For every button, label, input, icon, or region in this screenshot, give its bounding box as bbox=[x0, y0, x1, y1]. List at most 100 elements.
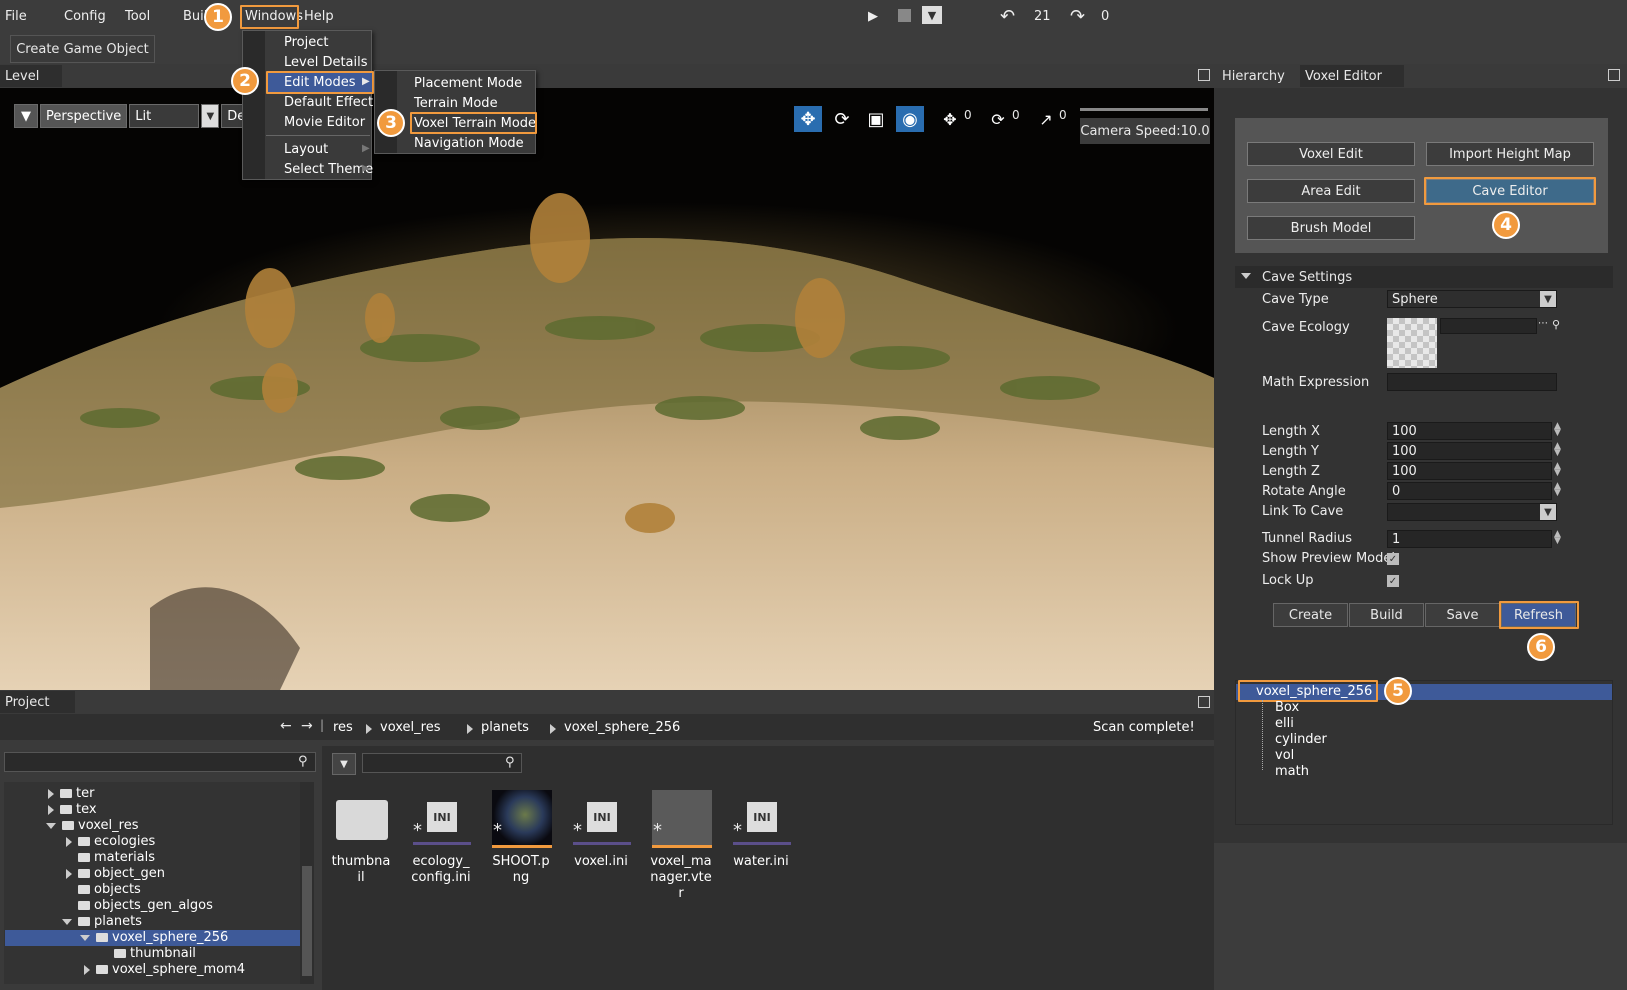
cave-type-select[interactable]: Sphere bbox=[1387, 290, 1557, 308]
menu-item-default-effect[interactable]: Default Effect bbox=[284, 95, 373, 110]
breadcrumb-voxel-sphere[interactable]: voxel_sphere_256 bbox=[564, 720, 680, 735]
menu-tool[interactable]: Tool bbox=[122, 8, 153, 25]
length-z-input[interactable]: 100 bbox=[1387, 462, 1552, 480]
menu-config[interactable]: Config bbox=[61, 8, 109, 25]
file-voxel-manager[interactable]: * voxel_manager.vter bbox=[650, 788, 712, 902]
menu-file[interactable]: File bbox=[2, 8, 30, 25]
play-options-dropdown-icon[interactable]: ▼ bbox=[922, 6, 942, 24]
stepper-icon[interactable]: ▲ ▼ bbox=[1554, 442, 1561, 458]
menu-item-placement-mode[interactable]: Placement Mode bbox=[414, 76, 522, 91]
search-icon[interactable]: ⚲ bbox=[505, 755, 515, 770]
file-ecology-config[interactable]: INI * ecology_config.ini bbox=[410, 788, 472, 886]
tree-item-objects[interactable]: objects bbox=[78, 882, 141, 897]
cave-tree-item[interactable]: Box bbox=[1275, 700, 1299, 715]
stepper-icon[interactable]: ▲ ▼ bbox=[1554, 462, 1561, 478]
file-search-input[interactable] bbox=[362, 753, 522, 773]
redo-icon[interactable]: ↷ bbox=[1070, 6, 1085, 27]
pin-icon[interactable] bbox=[1198, 69, 1210, 81]
tree-item-materials[interactable]: materials bbox=[78, 850, 155, 865]
tree-item-object-gen[interactable]: object_gen bbox=[66, 866, 165, 881]
tree-item-ter[interactable]: ter bbox=[48, 786, 94, 801]
search-icon[interactable]: ⚲ bbox=[1552, 318, 1560, 331]
forward-icon[interactable]: → bbox=[301, 718, 313, 734]
move-snap-icon[interactable]: ✥ bbox=[936, 106, 964, 132]
save-button[interactable]: Save bbox=[1425, 603, 1500, 627]
move-tool-icon[interactable]: ✥ bbox=[794, 106, 822, 132]
tree-item-thumbnail[interactable]: thumbnail bbox=[114, 946, 196, 961]
breadcrumb-res[interactable]: res bbox=[333, 720, 353, 735]
stepper-icon[interactable]: ▲ ▼ bbox=[1554, 530, 1561, 546]
tab-hierarchy[interactable]: Hierarchy bbox=[1217, 65, 1299, 87]
viewport-menu-icon[interactable]: ▼ bbox=[14, 104, 38, 128]
menu-help[interactable]: Help bbox=[301, 8, 337, 25]
rotate-tool-icon[interactable]: ⟳ bbox=[828, 106, 856, 132]
ecology-path-field[interactable] bbox=[1440, 318, 1537, 334]
back-icon[interactable]: ← bbox=[280, 718, 292, 734]
menu-item-project[interactable]: Project bbox=[284, 35, 328, 50]
show-preview-checkbox[interactable]: ✓ bbox=[1387, 553, 1399, 565]
tunnel-radius-input[interactable]: 1 bbox=[1387, 530, 1552, 548]
tree-item-ecologies[interactable]: ecologies bbox=[66, 834, 155, 849]
camera-speed-slider[interactable] bbox=[1080, 108, 1208, 111]
play-icon[interactable]: ▶ bbox=[868, 6, 878, 26]
lock-up-checkbox[interactable]: ✓ bbox=[1387, 575, 1399, 587]
file-water-ini[interactable]: INI * water.ini bbox=[730, 788, 792, 870]
tree-item-voxel-res[interactable]: voxel_res bbox=[46, 818, 138, 833]
scale-tool-icon[interactable]: ▣ bbox=[862, 106, 890, 132]
length-y-input[interactable]: 100 bbox=[1387, 442, 1552, 460]
import-height-map-button[interactable]: Import Height Map bbox=[1426, 142, 1594, 166]
tab-project[interactable]: Project bbox=[0, 691, 75, 713]
stop-icon[interactable] bbox=[898, 9, 911, 22]
chevron-down-icon[interactable]: ▼ bbox=[1540, 291, 1556, 307]
menu-item-level-details[interactable]: Level Details bbox=[284, 55, 368, 70]
cave-tree-item[interactable]: vol bbox=[1275, 748, 1294, 763]
create-game-object-button[interactable]: Create Game Object bbox=[10, 35, 155, 63]
browse-icon[interactable]: ⋯ bbox=[1538, 318, 1548, 329]
tree-item-tex[interactable]: tex bbox=[48, 802, 97, 817]
length-x-input[interactable]: 100 bbox=[1387, 422, 1552, 440]
rotate-snap-icon[interactable]: ⟳ bbox=[984, 106, 1012, 132]
perspective-button[interactable]: Perspective bbox=[40, 104, 128, 128]
scale-snap-icon[interactable]: ↗ bbox=[1032, 106, 1060, 132]
create-button[interactable]: Create bbox=[1273, 603, 1348, 627]
voxel-edit-button[interactable]: Voxel Edit bbox=[1247, 142, 1415, 166]
tab-voxel-editor[interactable]: Voxel Editor bbox=[1300, 65, 1404, 87]
tree-item-planets[interactable]: planets bbox=[62, 914, 142, 929]
area-edit-button[interactable]: Area Edit bbox=[1247, 179, 1415, 203]
link-to-cave-select[interactable] bbox=[1387, 503, 1557, 521]
local-space-icon[interactable]: ◉ bbox=[896, 106, 924, 132]
ecology-thumbnail[interactable] bbox=[1387, 318, 1437, 368]
cave-tree-item[interactable]: math bbox=[1275, 764, 1309, 779]
menu-item-layout[interactable]: Layout bbox=[284, 142, 328, 157]
pin-icon[interactable] bbox=[1608, 69, 1620, 81]
tree-scrollbar-thumb[interactable] bbox=[302, 866, 312, 976]
brush-model-button[interactable]: Brush Model bbox=[1247, 216, 1415, 240]
search-icon[interactable]: ⚲ bbox=[298, 754, 308, 769]
file-voxel-ini[interactable]: INI * voxel.ini bbox=[570, 788, 632, 870]
math-expression-input[interactable] bbox=[1387, 373, 1557, 391]
tree-item-voxel-sphere-mom4[interactable]: voxel_sphere_mom4 bbox=[84, 962, 245, 977]
chevron-down-icon[interactable]: ▼ bbox=[1540, 504, 1556, 520]
file-thumbnail[interactable]: thumbnail bbox=[330, 788, 392, 886]
tree-item-voxel-sphere-256[interactable]: voxel_sphere_256 bbox=[80, 930, 228, 945]
tree-item-objects-gen-algos[interactable]: objects_gen_algos bbox=[78, 898, 213, 913]
file-shoot-png[interactable]: * SHOOT.png bbox=[490, 788, 552, 886]
pin-icon[interactable] bbox=[1198, 696, 1210, 708]
menu-item-select-theme[interactable]: Select Theme bbox=[284, 162, 373, 177]
undo-icon[interactable]: ↶ bbox=[1000, 6, 1015, 27]
level-viewport[interactable] bbox=[0, 88, 1214, 690]
breadcrumb-voxel-res[interactable]: voxel_res bbox=[380, 720, 440, 735]
project-tree-search-input[interactable] bbox=[4, 752, 316, 772]
cave-tree-item[interactable]: elli bbox=[1275, 716, 1294, 731]
filter-dropdown-icon[interactable]: ▼ bbox=[332, 753, 356, 775]
lit-dropdown-icon[interactable]: ▼ bbox=[201, 104, 220, 128]
rotate-angle-input[interactable]: 0 bbox=[1387, 482, 1552, 500]
tab-level[interactable]: Level bbox=[0, 65, 62, 87]
stepper-icon[interactable]: ▲ ▼ bbox=[1554, 482, 1561, 498]
menu-item-navigation-mode[interactable]: Navigation Mode bbox=[414, 136, 524, 151]
stepper-icon[interactable]: ▲ ▼ bbox=[1554, 422, 1561, 438]
menu-item-movie-editor[interactable]: Movie Editor bbox=[284, 115, 365, 130]
breadcrumb-planets[interactable]: planets bbox=[481, 720, 529, 735]
menu-item-terrain-mode[interactable]: Terrain Mode bbox=[414, 96, 498, 111]
build-button[interactable]: Build bbox=[1349, 603, 1424, 627]
